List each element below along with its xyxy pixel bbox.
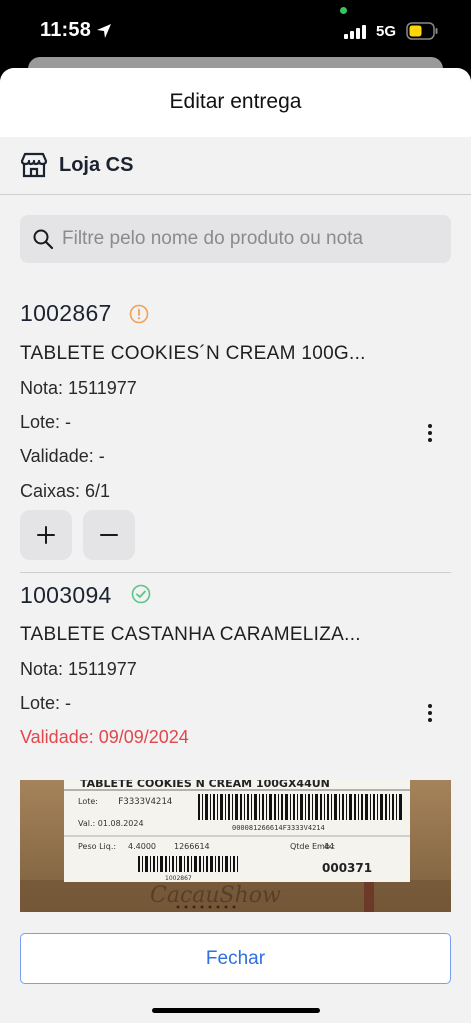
label-photo-image: CacauShow TABLETE COOKIES N CREAM 100GX4… <box>20 780 451 912</box>
product-label-photo[interactable]: CacauShow TABLETE COOKIES N CREAM 100GX4… <box>20 780 451 912</box>
item-lote: Lote: - <box>20 693 72 713</box>
barcode-text: 000081266614F3333V4214 <box>232 824 325 832</box>
battery-icon <box>406 22 438 40</box>
network-type: 5G <box>376 23 397 40</box>
sheet-title: Editar entrega <box>169 90 302 113</box>
close-button[interactable]: Fechar <box>20 933 451 984</box>
decrease-quantity-button[interactable] <box>83 510 135 560</box>
brand-text: CacauShow <box>150 883 281 908</box>
search-bar[interactable] <box>20 215 451 263</box>
item-code: 1003094 <box>20 582 112 608</box>
item-validade: Validade: - <box>20 446 105 466</box>
status-bar: 11:58 5G <box>0 0 471 60</box>
label-weight-code: 1266614 <box>174 842 210 851</box>
item-divider <box>20 572 451 573</box>
item-caixas: Caixas: 6/1 <box>20 481 111 501</box>
label-lote: Lote: <box>78 797 98 806</box>
item-name: TABLETE CASTANHA CARAMELIZA... <box>20 624 361 645</box>
item-name: TABLETE COOKIES´N CREAM 100G... <box>20 343 366 364</box>
plus-icon <box>37 526 55 544</box>
item-code: 1002867 <box>20 300 112 326</box>
label-serial: 000371 <box>322 861 372 875</box>
edit-delivery-sheet: Editar entrega Loja CS 1002867 TABLETE C… <box>0 68 471 1023</box>
store-icon <box>20 152 48 178</box>
warning-icon <box>129 304 149 324</box>
small-barcode <box>138 856 238 872</box>
item-validade: Validade: 09/09/2024 <box>20 727 189 747</box>
store-row: Loja CS <box>0 137 471 195</box>
privacy-indicator <box>340 7 347 14</box>
location-arrow-icon <box>97 24 111 38</box>
signal-icon <box>344 25 366 39</box>
check-circle-icon <box>131 584 151 604</box>
label-quantity-value: 44 <box>324 842 334 851</box>
label-header: TABLETE COOKIES N CREAM 100GX44UN <box>80 780 330 790</box>
search-icon <box>33 229 54 250</box>
small-code-text: 1002867 <box>165 875 192 882</box>
store-name: Loja CS <box>59 154 134 176</box>
search-input[interactable] <box>62 215 442 263</box>
item-nota: Nota: 1511977 <box>20 378 137 398</box>
label-validity: Val.: 01.08.2024 <box>78 819 144 828</box>
item-lote: Lote: - <box>20 412 72 432</box>
status-time: 11:58 <box>40 19 92 41</box>
home-indicator[interactable] <box>152 1008 320 1013</box>
label-weight-value: 4.4000 <box>128 842 156 851</box>
increase-quantity-button[interactable] <box>20 510 72 560</box>
sheet-header: Editar entrega <box>0 68 471 137</box>
more-options-icon[interactable] <box>420 422 440 448</box>
minus-icon <box>100 534 118 536</box>
label-weight: Peso Liq.: <box>78 842 116 851</box>
label-lote-value: F3333V4214 <box>118 797 172 807</box>
more-options-icon[interactable] <box>420 702 440 728</box>
item-nota: Nota: 1511977 <box>20 659 137 679</box>
